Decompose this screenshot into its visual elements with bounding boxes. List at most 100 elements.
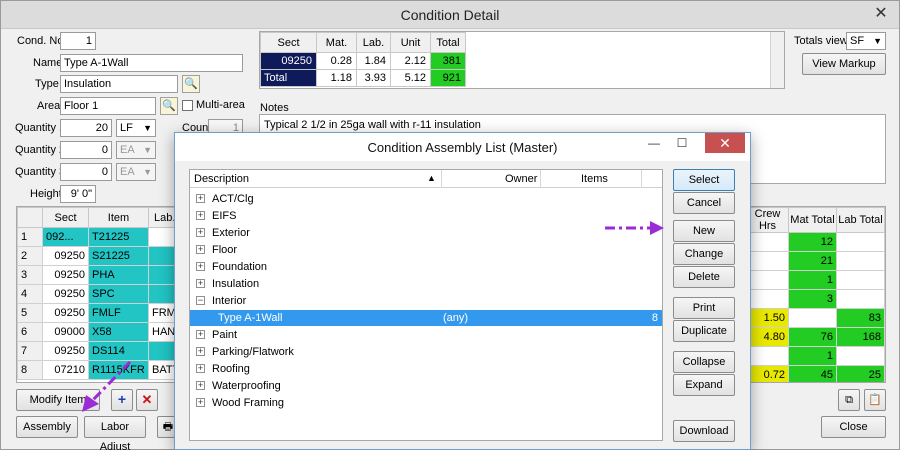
multi-area-checkbox[interactable] [182, 100, 193, 111]
close-button[interactable]: Close [821, 416, 886, 438]
crew-hrs-cell[interactable]: 1.50 [746, 308, 789, 328]
expand-icon[interactable]: + [196, 279, 205, 288]
expand-icon[interactable]: + [196, 262, 205, 271]
mat-total-cell[interactable]: 45 [788, 365, 837, 382]
change-button[interactable]: Change [673, 243, 735, 265]
tree-node[interactable]: + Waterproofing [190, 378, 662, 394]
crew-hrs-cell[interactable] [746, 346, 789, 366]
table-row[interactable]: 4 09250 SPC [17, 284, 194, 304]
item-cell[interactable]: PHA [88, 265, 149, 285]
type-field[interactable]: Insulation [60, 75, 178, 93]
table-row[interactable]: 5 09250 FMLF FRM W [17, 303, 194, 323]
sect-cell[interactable]: 07210 [42, 360, 89, 380]
sect-cell[interactable]: 09250 [42, 303, 89, 323]
expand-button[interactable]: Expand [673, 374, 735, 396]
tree-node[interactable]: + Foundation [190, 259, 662, 275]
sect-cell[interactable]: 09250 [42, 341, 89, 361]
table-row[interactable]: 7 09250 DS114 [17, 341, 194, 361]
copy-icon[interactable]: ⧉ [838, 389, 860, 411]
labor-adjust-button[interactable]: Labor Adjust [84, 416, 146, 450]
tree-node[interactable]: + ACT/Clg [190, 191, 662, 207]
tree-node[interactable]: + EIFS [190, 208, 662, 224]
totals-view-select[interactable]: SF ▼ [846, 32, 886, 50]
column-owner[interactable]: Owner [505, 173, 537, 185]
print-button[interactable]: Print [673, 297, 735, 319]
mat-total-cell[interactable]: 12 [788, 232, 837, 252]
download-button[interactable]: Download [673, 420, 735, 442]
crew-hrs-cell[interactable] [746, 232, 789, 252]
tree-node-selected[interactable]: Type A-1Wall (any) 8 [190, 310, 662, 326]
tree-node[interactable]: + Floor [190, 242, 662, 258]
lab-total-cell[interactable] [836, 270, 885, 290]
lab-total-cell[interactable]: 83 [836, 308, 885, 328]
maximize-icon[interactable]: ☐ [669, 133, 695, 153]
cond-no-field[interactable]: 1 [60, 32, 96, 50]
qty3-field[interactable]: 0 [60, 163, 112, 181]
table-row[interactable]: 6 09000 X58 HANG [17, 322, 194, 342]
tree-node[interactable]: + Exterior [190, 225, 662, 241]
minimize-icon[interactable]: — [641, 133, 667, 153]
table-row[interactable]: 1 [746, 270, 885, 290]
expand-icon[interactable]: + [196, 364, 205, 373]
mat-total-cell[interactable] [788, 308, 837, 328]
crew-hrs-cell[interactable]: 0.72 [746, 365, 789, 382]
collapse-button[interactable]: Collapse [673, 351, 735, 373]
summary-scrollbar[interactable] [770, 32, 784, 88]
table-row[interactable]: 21 [746, 251, 885, 271]
qty2-field[interactable]: 0 [60, 141, 112, 159]
window-close-icon[interactable]: ✕ [869, 5, 893, 23]
mat-total-cell[interactable]: 76 [788, 327, 837, 347]
paste-icon[interactable]: 📋 [864, 389, 886, 411]
expand-icon[interactable]: + [196, 381, 205, 390]
new-button[interactable]: New [673, 220, 735, 242]
crew-hrs-cell[interactable] [746, 251, 789, 271]
item-cell[interactable]: R1115KFR [88, 360, 149, 380]
item-cell[interactable]: SPC [88, 284, 149, 304]
lab-total-cell[interactable]: 25 [836, 365, 885, 382]
qty1-unit-select[interactable]: LF ▼ [116, 119, 156, 137]
table-row[interactable]: 1.50 83 [746, 308, 885, 328]
add-icon[interactable]: + [111, 389, 133, 411]
column-items[interactable]: Items [581, 173, 608, 185]
table-row[interactable]: 0.72 45 25 [746, 365, 885, 382]
delete-icon[interactable]: ✕ [136, 389, 158, 411]
table-row[interactable]: 1 [746, 346, 885, 366]
mat-total-cell[interactable]: 21 [788, 251, 837, 271]
tree-node[interactable]: + Insulation [190, 276, 662, 292]
crew-hrs-cell[interactable]: 4.80 [746, 327, 789, 347]
expand-icon[interactable]: + [196, 330, 205, 339]
crew-hrs-cell[interactable] [746, 270, 789, 290]
item-cell[interactable]: S21225 [88, 246, 149, 266]
view-markup-button[interactable]: View Markup [802, 53, 886, 75]
table-row[interactable]: 3 [746, 289, 885, 309]
summary-row[interactable]: 09250 0.28 1.84 2.12 381 [260, 52, 466, 70]
assembly-button[interactable]: Assembly [16, 416, 78, 438]
dialog-close-icon[interactable]: ✕ [705, 133, 745, 153]
crew-hrs-cell[interactable] [746, 289, 789, 309]
expand-icon[interactable]: + [196, 211, 205, 220]
qty2-unit-select[interactable]: EA ▼ [116, 141, 156, 159]
tree-node[interactable]: + Wood Framing [190, 395, 662, 411]
qty1-field[interactable]: 20 [60, 119, 112, 137]
table-row[interactable]: 2 09250 S21225 [17, 246, 194, 266]
mat-total-cell[interactable]: 1 [788, 346, 837, 366]
table-row[interactable]: 12 [746, 232, 885, 252]
expand-icon[interactable]: + [196, 347, 205, 356]
lab-total-cell[interactable]: 168 [836, 327, 885, 347]
mat-total-cell[interactable]: 3 [788, 289, 837, 309]
qty3-unit-select[interactable]: EA ▼ [116, 163, 156, 181]
table-row[interactable]: 3 09250 PHA [17, 265, 194, 285]
item-cell[interactable]: T21225 [88, 227, 149, 247]
sect-cell[interactable]: 09250 [42, 246, 89, 266]
sect-cell[interactable]: 09250 [42, 265, 89, 285]
tree-node[interactable]: + Parking/Flatwork [190, 344, 662, 360]
type-search-icon[interactable]: 🔍 [182, 75, 200, 93]
expand-icon[interactable]: + [196, 398, 205, 407]
collapse-icon[interactable]: − [196, 296, 205, 305]
expand-icon[interactable]: + [196, 228, 205, 237]
tree-node[interactable]: + Paint [190, 327, 662, 343]
delete-button[interactable]: Delete [673, 266, 735, 288]
lab-total-cell[interactable] [836, 346, 885, 366]
table-row[interactable]: 4.80 76 168 [746, 327, 885, 347]
lab-total-cell[interactable] [836, 251, 885, 271]
